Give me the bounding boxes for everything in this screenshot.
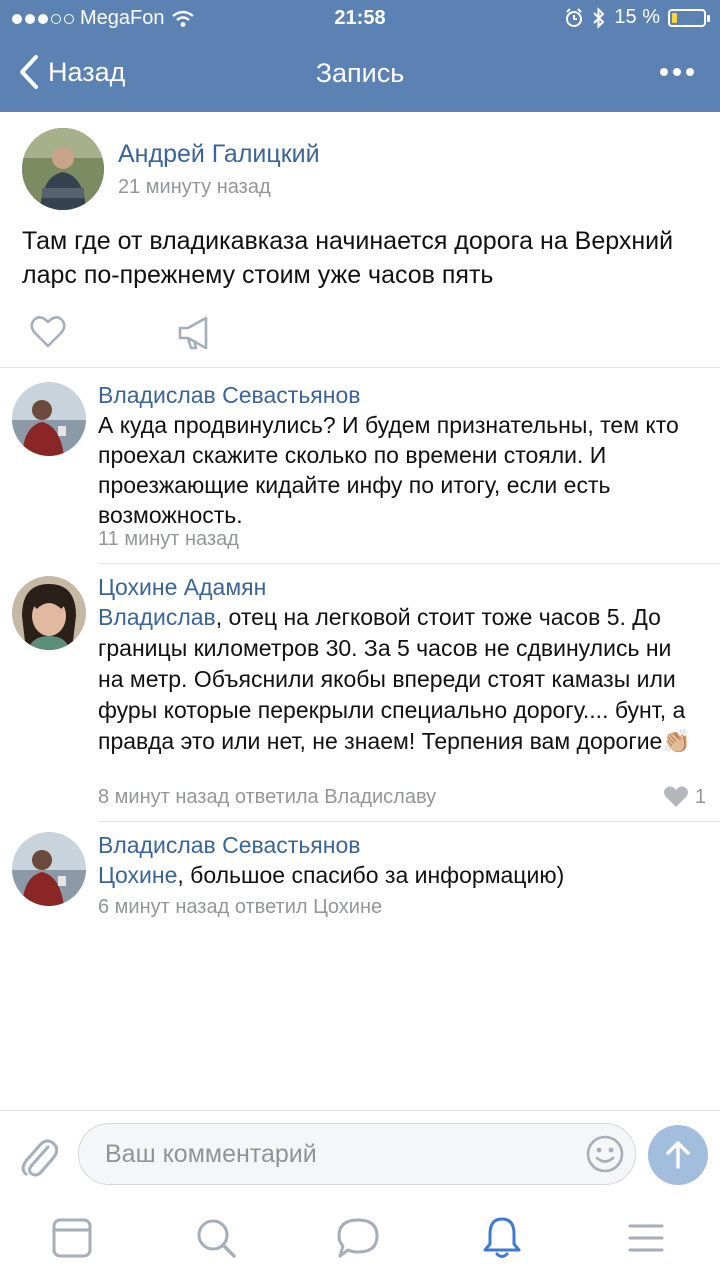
notifications-icon[interactable] bbox=[478, 1214, 526, 1262]
megaphone-icon[interactable] bbox=[174, 312, 218, 352]
mention-link[interactable]: Владислав bbox=[98, 604, 216, 630]
search-icon[interactable] bbox=[192, 1214, 240, 1262]
post: Андрей Галицкий 21 минуту назад Там где … bbox=[0, 112, 720, 368]
more-options-button[interactable] bbox=[656, 58, 698, 86]
tab-bar bbox=[0, 1200, 720, 1280]
arrow-up-icon bbox=[666, 1141, 690, 1169]
comment-text: Цохине, большое спасибо за информацию) bbox=[98, 860, 698, 890]
comment-author[interactable]: Владислав Севастьянов bbox=[98, 382, 360, 409]
post-text: Там где от владикавказа начинается дорог… bbox=[22, 227, 674, 289]
avatar[interactable] bbox=[22, 128, 104, 210]
comment-like-button[interactable]: 1 bbox=[663, 785, 706, 809]
app-header: MegaFon 21:58 15 % Назад Запись bbox=[0, 0, 720, 112]
status-right: 15 % bbox=[564, 6, 710, 29]
battery-icon bbox=[668, 8, 710, 27]
avatar[interactable] bbox=[12, 576, 86, 650]
comment-text: Владислав, отец на легковой стоит тоже ч… bbox=[98, 602, 698, 757]
alarm-icon bbox=[566, 7, 583, 27]
comment: Владислав Севастьянов Цохине, большое сп… bbox=[0, 822, 720, 932]
bluetooth-icon bbox=[593, 6, 605, 29]
comment-placeholder: Ваш комментарий bbox=[105, 1140, 317, 1168]
news-icon[interactable] bbox=[48, 1214, 96, 1262]
send-button[interactable] bbox=[648, 1125, 708, 1185]
comment-author[interactable]: Цохине Адамян bbox=[98, 574, 266, 601]
post-time: 21 минуту назад bbox=[118, 176, 271, 198]
paperclip-icon[interactable] bbox=[18, 1133, 58, 1179]
battery-percent: 15 % bbox=[614, 6, 660, 28]
comment-time: 8 минут назад ответила Владиславу bbox=[98, 786, 437, 808]
comment-composer: Ваш комментарий bbox=[0, 1110, 720, 1200]
status-bar: MegaFon 21:58 15 % bbox=[0, 0, 720, 40]
comment-time: 11 минут назад bbox=[98, 528, 239, 550]
heart-icon[interactable] bbox=[28, 312, 68, 352]
comment-input[interactable]: Ваш комментарий bbox=[78, 1123, 636, 1185]
comment-like-count: 1 bbox=[694, 785, 706, 808]
comment-text-body: , большое спасибо за информацию) bbox=[177, 862, 565, 888]
comment-author[interactable]: Владислав Севастьянов bbox=[98, 832, 360, 859]
comment-time: 6 минут назад ответил Цохине bbox=[98, 896, 383, 918]
comment: Владислав Севастьянов А куда продвинулис… bbox=[0, 368, 720, 564]
avatar[interactable] bbox=[12, 382, 86, 456]
post-author[interactable]: Андрей Галицкий bbox=[118, 140, 320, 169]
comment: Цохине Адамян Владислав, отец на легково… bbox=[0, 564, 720, 822]
heart-icon bbox=[663, 786, 688, 807]
menu-icon[interactable] bbox=[622, 1214, 670, 1262]
mention-link[interactable]: Цохине bbox=[98, 862, 177, 888]
page-title: Запись bbox=[315, 58, 405, 88]
messages-icon[interactable] bbox=[334, 1214, 382, 1262]
avatar[interactable] bbox=[12, 832, 86, 906]
smiley-icon[interactable] bbox=[585, 1134, 625, 1174]
comment-text: А куда продвинулись? И будем признательн… bbox=[98, 412, 679, 528]
navigation-bar: Назад Запись bbox=[0, 40, 720, 112]
